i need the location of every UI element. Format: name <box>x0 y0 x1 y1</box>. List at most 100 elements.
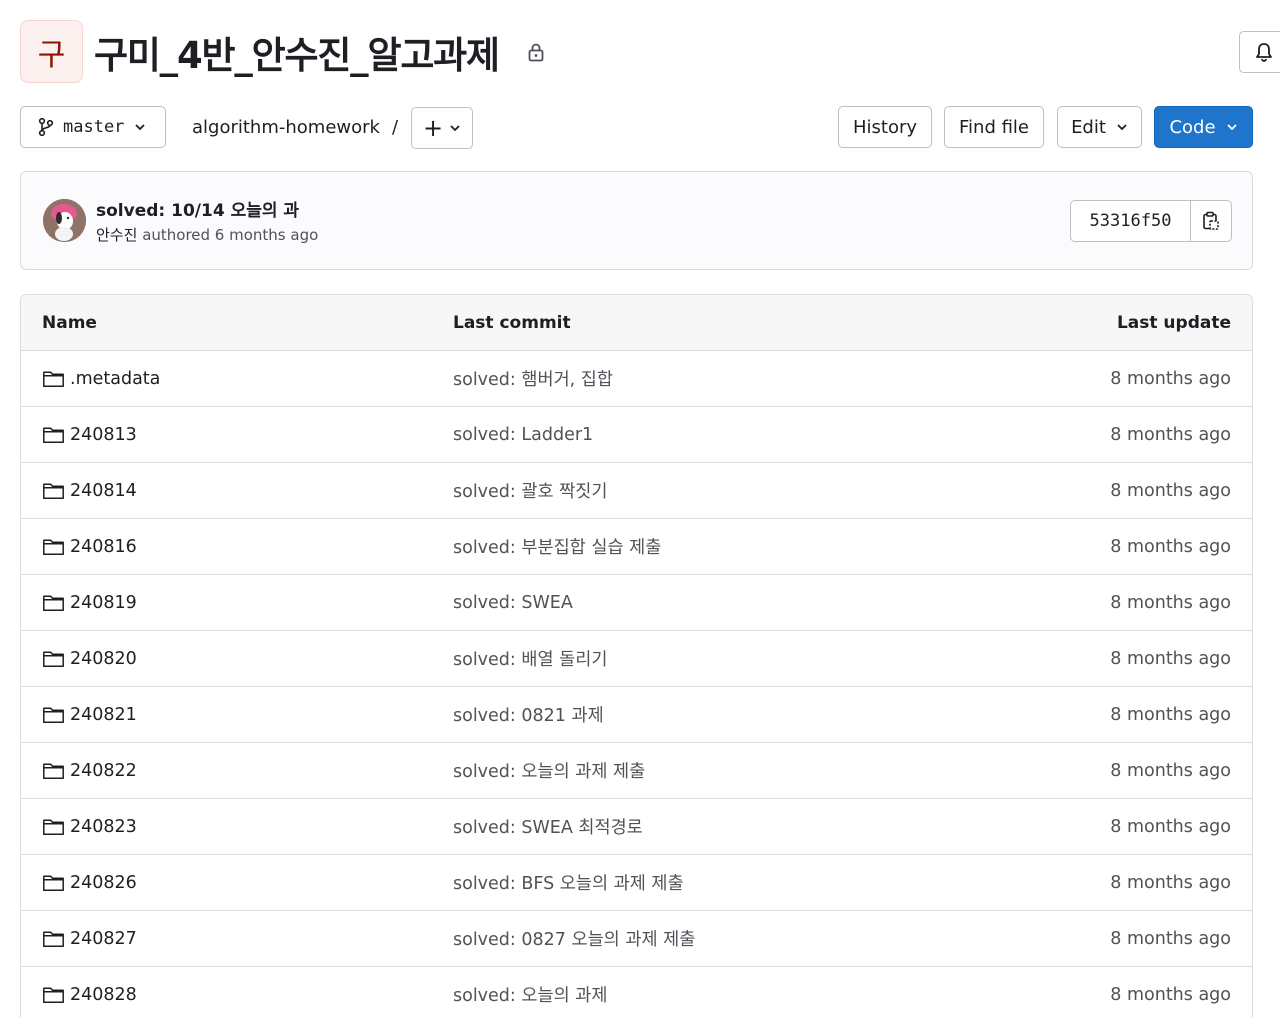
bell-icon <box>1256 43 1272 62</box>
commit-message-link[interactable]: solved: 10/14 오늘의 과 <box>96 196 299 221</box>
folder-icon <box>43 594 64 611</box>
commit-message-link[interactable]: solved: Ladder1 <box>453 425 593 445</box>
last-update-time: 8 months ago <box>1110 368 1231 389</box>
breadcrumb-separator: / <box>391 116 399 138</box>
folder-name: 240821 <box>70 704 137 725</box>
plus-icon: + <box>422 114 444 142</box>
folder-link[interactable]: 240813 <box>42 425 137 445</box>
folder-name: 240820 <box>70 648 137 669</box>
header-name: Name <box>42 312 97 333</box>
history-button[interactable]: History <box>838 106 932 148</box>
folder-name: 240822 <box>70 760 137 781</box>
commit-authored-text: authored 6 months ago <box>142 226 319 244</box>
table-row: 240820 solved: 배열 돌리기 8 months ago <box>21 631 1252 687</box>
folder-link[interactable]: 240821 <box>42 705 137 725</box>
table-row: 240828 solved: 오늘의 과제 8 months ago <box>21 967 1252 1018</box>
commit-message-link[interactable]: solved: SWEA 최적경로 <box>453 814 643 839</box>
folder-name: 240823 <box>70 816 137 837</box>
commit-meta: 안수진 authored 6 months ago <box>96 224 318 245</box>
last-update-time: 8 months ago <box>1110 424 1231 445</box>
folder-icon <box>43 930 64 947</box>
edit-dropdown[interactable]: Edit <box>1057 106 1142 148</box>
folder-name: 240826 <box>70 872 137 893</box>
folder-name: .metadata <box>70 368 161 389</box>
last-update-time: 8 months ago <box>1110 536 1231 557</box>
commit-message-link[interactable]: solved: 0827 오늘의 과제 제출 <box>453 926 695 951</box>
folder-name: 240828 <box>70 984 137 1005</box>
project-avatar[interactable]: 구 <box>20 20 83 83</box>
project-avatar-letter: 구 <box>37 37 66 73</box>
folder-icon <box>43 538 64 555</box>
folder-icon <box>43 706 64 723</box>
table-body: .metadata solved: 햄버거, 집합 8 months ago 2408… <box>21 351 1252 1018</box>
commit-message-link[interactable]: solved: 햄버거, 집합 <box>453 366 613 391</box>
lock-icon <box>528 43 544 62</box>
last-update-time: 8 months ago <box>1110 816 1231 837</box>
commit-message-link[interactable]: solved: 오늘의 과제 제출 <box>453 758 645 783</box>
table-row: 240814 solved: 괄호 짝짓기 8 months ago <box>21 463 1252 519</box>
folder-name: 240816 <box>70 536 137 557</box>
last-commit-panel: solved: 10/14 오늘의 과 안수진 authored 6 month… <box>20 171 1253 270</box>
commit-message-link[interactable]: solved: 배열 돌리기 <box>453 646 607 671</box>
folder-icon <box>43 426 64 443</box>
breadcrumb-repo-link[interactable]: algorithm-homework <box>192 117 380 138</box>
last-update-time: 8 months ago <box>1110 704 1231 725</box>
folder-name: 240827 <box>70 928 137 949</box>
commit-author-link[interactable]: 안수진 <box>96 226 137 244</box>
folder-link[interactable]: 240820 <box>42 649 137 669</box>
commit-sha-link[interactable]: 53316f50 <box>1071 201 1191 241</box>
table-row: .metadata solved: 햄버거, 집합 8 months ago <box>21 351 1252 407</box>
commit-message-link[interactable]: solved: 0821 과제 <box>453 702 604 727</box>
code-dropdown[interactable]: Code <box>1154 106 1253 148</box>
notifications-button[interactable] <box>1239 31 1280 73</box>
copy-icon <box>1203 211 1219 230</box>
last-update-time: 8 months ago <box>1110 984 1231 1005</box>
folder-link[interactable]: 240819 <box>42 593 137 613</box>
folder-link[interactable]: 240816 <box>42 537 137 557</box>
branch-name: master <box>63 117 125 137</box>
folder-name: 240813 <box>70 424 137 445</box>
folder-link[interactable]: 240814 <box>42 481 137 501</box>
branch-selector[interactable]: master <box>20 106 166 148</box>
commit-message-link[interactable]: solved: 괄호 짝짓기 <box>453 478 607 503</box>
table-row: 240827 solved: 0827 오늘의 과제 제출 8 months ago <box>21 911 1252 967</box>
chevron-down-icon <box>1226 124 1237 131</box>
last-update-time: 8 months ago <box>1110 480 1231 501</box>
folder-link[interactable]: 240828 <box>42 985 137 1005</box>
file-tree-table: Name Last commit Last update .metadata so… <box>20 294 1253 1018</box>
author-avatar[interactable] <box>43 199 86 242</box>
chevron-down-icon <box>135 124 146 131</box>
folder-icon <box>43 874 64 891</box>
find-file-button[interactable]: Find file <box>944 106 1044 148</box>
author-avatar-image <box>43 199 86 242</box>
folder-link[interactable]: 240823 <box>42 817 137 837</box>
branch-icon <box>38 117 54 137</box>
folder-link[interactable]: 240822 <box>42 761 137 781</box>
table-row: 240822 solved: 오늘의 과제 제출 8 months ago <box>21 743 1252 799</box>
folder-icon <box>43 986 64 1003</box>
table-row: 240821 solved: 0821 과제 8 months ago <box>21 687 1252 743</box>
project-title: 구미_4반_안수진_알고과제 <box>94 34 500 77</box>
chevron-down-icon <box>450 125 460 132</box>
folder-link[interactable]: .metadata <box>42 369 160 389</box>
commit-message-link[interactable]: solved: 오늘의 과제 <box>453 982 607 1007</box>
folder-name: 240819 <box>70 592 137 613</box>
folder-icon <box>43 370 64 387</box>
commit-message-link[interactable]: solved: 부분집합 실습 제출 <box>453 534 661 559</box>
folder-icon <box>43 818 64 835</box>
folder-link[interactable]: 240827 <box>42 929 137 949</box>
copy-sha-button[interactable] <box>1191 201 1231 241</box>
commit-message-link[interactable]: solved: SWEA <box>453 593 573 613</box>
breadcrumb: algorithm-homework / <box>192 106 398 148</box>
table-row: 240823 solved: SWEA 최적경로 8 months ago <box>21 799 1252 855</box>
add-file-dropdown[interactable]: + <box>411 107 473 149</box>
commit-message-link[interactable]: solved: BFS 오늘의 과제 제출 <box>453 870 684 895</box>
table-row: 240816 solved: 부분집합 실습 제출 8 months ago <box>21 519 1252 575</box>
folder-link[interactable]: 240826 <box>42 873 137 893</box>
last-update-time: 8 months ago <box>1110 760 1231 781</box>
table-row: 240819 solved: SWEA 8 months ago <box>21 575 1252 631</box>
chevron-down-icon <box>1117 124 1127 131</box>
header-last-commit: Last commit <box>453 312 571 333</box>
folder-icon <box>43 650 64 667</box>
header-last-update: Last update <box>1116 312 1231 333</box>
